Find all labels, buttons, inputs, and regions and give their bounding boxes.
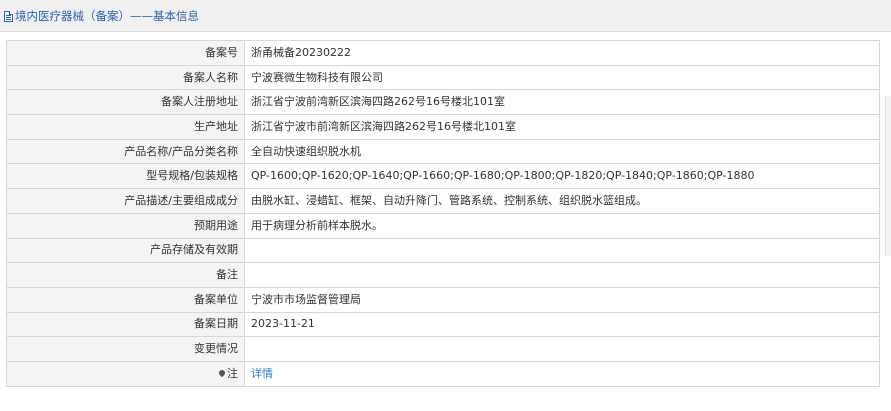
row-label: 变更情况 [6,336,245,362]
info-table: 备案号 浙甬械备20230222 备案人名称 宁波赛微生物科技有限公司 备案人注册地… [6,40,880,387]
row-value: 宁波市市场监督管理局 [244,286,880,313]
row-value [244,262,880,288]
row-value [244,336,880,362]
page-title: 境内医疗器械（备案）——基本信息 [15,9,199,23]
row-value [244,237,880,264]
page-header: 境内医疗器械（备案）——基本信息 [0,0,891,32]
table-row: 备案号 浙甬械备20230222 [6,40,880,66]
table-row: 备注 [6,262,880,288]
row-value: 宁波赛微生物科技有限公司 [244,64,880,91]
row-value: 浙甬械备20230222 [244,40,880,66]
table-row: 产品存储及有效期 [6,237,880,264]
note-row: 注 详情 [6,360,880,387]
row-label: 产品描述/主要组成成分 [6,188,245,214]
note-value-cell: 详情 [244,360,880,387]
row-label: 产品存储及有效期 [6,237,245,264]
table-row: 型号规格/包装规格 QP-1600;QP-1620;QP-1640;QP-1660… [6,163,880,190]
table-row: 产品描述/主要组成成分 由脱水缸、浸蜡缸、框架、自动升降门、管路系统、控制系统、组… [6,188,880,214]
table-row: 备案单位 宁波市市场监督管理局 [6,286,880,313]
table-row: 生产地址 浙江省宁波市前湾新区滨海四路262号16号楼北101室 [6,114,880,140]
row-value: 用于病理分析前样本脱水。 [244,212,880,239]
row-label: 产品名称/产品分类名称 [6,138,245,165]
row-label: 预期用途 [6,212,245,239]
row-label: 备案日期 [6,311,245,338]
table-row: 变更情况 [6,336,880,362]
note-label-cell: 注 [6,360,245,387]
side-panel-tab[interactable] [885,96,891,256]
table-row: 预期用途 用于病理分析前样本脱水。 [6,212,880,239]
row-label: 备案人名称 [6,64,245,91]
row-label: 生产地址 [6,114,245,140]
document-icon [4,10,13,22]
row-value: 全自动快速组织脱水机 [244,138,880,165]
row-label: 备注 [6,262,245,288]
row-label: 备案人注册地址 [6,89,245,116]
row-label: 型号规格/包装规格 [6,163,245,190]
table-row: 备案人注册地址 浙江省宁波前湾新区滨海四路262号16号楼北101室 [6,89,880,116]
row-value: 浙江省宁波前湾新区滨海四路262号16号楼北101室 [244,89,880,116]
table-row: 产品名称/产品分类名称 全自动快速组织脱水机 [6,138,880,165]
row-value: 由脱水缸、浸蜡缸、框架、自动升降门、管路系统、控制系统、组织脱水篮组成。 [244,188,880,214]
details-link[interactable]: 详情 [251,367,273,380]
row-value: 2023-11-21 [244,311,880,338]
row-label: 备案单位 [6,286,245,313]
note-label: 注 [227,366,238,380]
table-row: 备案人名称 宁波赛微生物科技有限公司 [6,64,880,91]
row-label: 备案号 [6,40,245,66]
row-value: QP-1600;QP-1620;QP-1640;QP-1660;QP-1680;… [244,163,880,190]
row-value: 浙江省宁波市前湾新区滨海四路262号16号楼北101室 [244,114,880,140]
header-title-group: 境内医疗器械（备案）——基本信息 [4,9,199,23]
table-row: 备案日期 2023-11-21 [6,311,880,338]
map-pin-icon [217,368,227,378]
